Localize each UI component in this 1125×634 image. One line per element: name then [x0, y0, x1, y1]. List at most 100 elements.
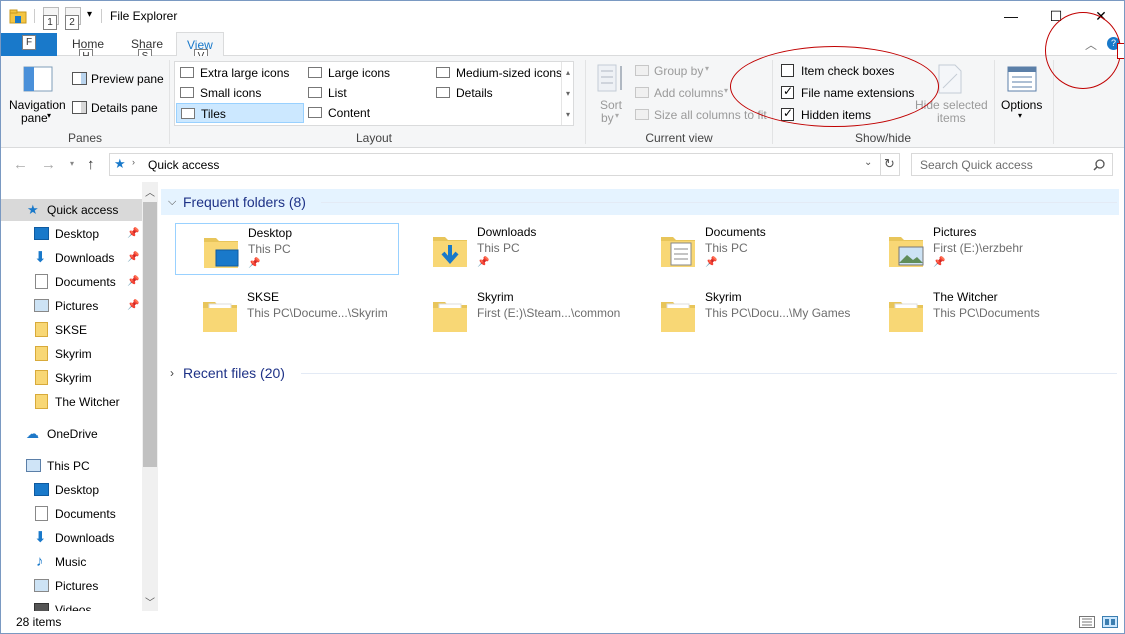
nav-quick-the-witcher[interactable]: The Witcher [1, 391, 142, 413]
navigation-bar: ← → ▾ ↑ ★ › Quick access ⌄ ↻ Search Quic… [1, 148, 1124, 182]
options-dropdown-icon[interactable]: ▾ [1018, 111, 1022, 120]
tile-name: Pictures [933, 225, 977, 239]
details-view-icon[interactable] [1079, 616, 1095, 628]
scrollbar-thumb[interactable] [143, 202, 157, 467]
pin-icon[interactable]: 📌 [127, 247, 139, 269]
add-columns-dropdown-icon[interactable]: ▾ [724, 86, 728, 95]
preview-pane-button[interactable]: Preview pane [91, 72, 164, 86]
recent-locations-icon[interactable]: ▾ [70, 159, 74, 168]
sort-by-icon[interactable] [597, 64, 625, 94]
scroll-up-icon[interactable]: ︿ [145, 184, 155, 199]
nav-onedrive[interactable]: ☁ OneDrive [1, 423, 142, 445]
hide-selected-items-icon[interactable] [937, 64, 963, 94]
details-pane-icon[interactable] [72, 101, 87, 114]
nav-label: Desktop [55, 227, 100, 241]
nav-this-pc[interactable]: This PC [1, 455, 142, 477]
sort-by-label[interactable]: Sort [600, 98, 622, 112]
navigation-pane-scrollbar[interactable]: ︿ ﹀ [142, 182, 158, 611]
folder-tile-skse[interactable]: SKSE This PC\Docume...\Skyrim [175, 288, 399, 340]
group-by-dropdown-icon[interactable]: ▾ [705, 64, 709, 73]
file-explorer-icon[interactable] [9, 8, 27, 24]
navigation-pane-label[interactable]: Navigation [9, 98, 66, 112]
refresh-icon[interactable]: ↻ [884, 156, 895, 172]
address-bar[interactable]: ★ › Quick access ⌄ ↻ [109, 153, 900, 176]
folder-tile-skyrim-steam[interactable]: Skyrim First (E:)\Steam...\common [405, 288, 629, 340]
nav-quick-desktop[interactable]: Desktop 📌 [1, 223, 142, 245]
folder-tile-skyrim-mygames[interactable]: Skyrim This PC\Docu...\My Games [633, 288, 857, 340]
details-pane-button[interactable]: Details pane [91, 101, 158, 115]
large-icons-view-icon[interactable] [1102, 616, 1118, 628]
nav-pc-videos[interactable]: Videos [1, 599, 142, 611]
pin-icon[interactable]: 📌 [127, 223, 139, 245]
layout-content[interactable]: Content [304, 103, 430, 123]
navigation-pane-dropdown-icon[interactable]: ▾ [47, 111, 51, 120]
customize-toolbar-icon[interactable]: ▾ [87, 9, 92, 20]
add-columns-button[interactable]: Add columns [654, 86, 723, 100]
nav-quick-access[interactable]: ★ Quick access [1, 199, 142, 221]
nav-label: Desktop [55, 483, 100, 497]
folder-tile-the-witcher[interactable]: The Witcher This PC\Documents [861, 288, 1085, 340]
medium-icons-icon [436, 67, 450, 78]
pin-icon[interactable]: 📌 [127, 295, 139, 317]
sort-by-dropdown-icon[interactable]: ▾ [615, 111, 619, 120]
nav-pc-pictures[interactable]: Pictures [1, 575, 142, 597]
layout-list[interactable]: List [304, 83, 430, 103]
sort-by-label-2[interactable]: by [601, 111, 614, 125]
scroll-down-icon[interactable]: ﹀ [145, 594, 155, 609]
options-button[interactable]: Options [1001, 98, 1042, 112]
nav-pc-music[interactable]: ♪ Music [1, 551, 142, 573]
pin-icon[interactable]: 📌 [127, 271, 139, 293]
forward-arrow-icon[interactable]: → [41, 156, 56, 173]
folder-tile-documents[interactable]: Documents This PC 📌 [633, 223, 857, 275]
back-arrow-icon[interactable]: ← [13, 156, 28, 173]
nav-pc-desktop[interactable]: Desktop [1, 479, 142, 501]
group-by-icon [635, 65, 649, 76]
preview-pane-icon[interactable] [72, 72, 87, 85]
navigation-pane-icon[interactable] [23, 66, 53, 92]
address-dropdown-icon[interactable]: ⌄ [864, 157, 872, 168]
breadcrumb-chevron-icon[interactable]: › [132, 157, 135, 167]
group-by-button[interactable]: Group by [654, 64, 703, 78]
layout-gallery-scroll[interactable]: ▴ ▾ ▾ [561, 62, 574, 125]
nav-quick-documents[interactable]: Documents 📌 [1, 271, 142, 293]
collapse-chevron-icon[interactable]: ⌵ [168, 189, 176, 215]
downloads-folder-icon [433, 237, 467, 267]
layout-details[interactable]: Details [432, 83, 562, 103]
quick-access-star-icon: ★ [114, 156, 126, 171]
search-icon[interactable] [1093, 159, 1105, 171]
window-title: File Explorer [110, 9, 178, 23]
up-arrow-icon[interactable]: ↑ [87, 156, 95, 173]
nav-quick-skse[interactable]: SKSE [1, 319, 142, 341]
search-box[interactable]: Search Quick access [911, 153, 1113, 176]
layout-extra-large-icons[interactable]: Extra large icons [176, 63, 302, 83]
nav-quick-pictures[interactable]: Pictures 📌 [1, 295, 142, 317]
search-placeholder[interactable]: Search Quick access [920, 158, 1033, 172]
nav-quick-downloads[interactable]: ⬇ Downloads 📌 [1, 247, 142, 269]
folder-tile-desktop[interactable]: Desktop This PC 📌 [175, 223, 399, 275]
nav-pc-documents[interactable]: Documents [1, 503, 142, 525]
frequent-folders-header[interactable]: ⌵ Frequent folders (8) [161, 189, 1119, 215]
layout-small-icons[interactable]: Small icons [176, 83, 302, 103]
nav-pc-downloads[interactable]: ⬇ Downloads [1, 527, 142, 549]
minimize-button[interactable]: — [993, 5, 1029, 27]
recent-files-header[interactable]: › Recent files (20) [161, 360, 1119, 386]
layout-tiles[interactable]: Tiles [176, 103, 304, 123]
nav-quick-skyrim-1[interactable]: Skyrim [1, 343, 142, 365]
expand-chevron-icon[interactable]: › [170, 360, 174, 386]
pin-icon: 📌 [477, 257, 490, 268]
hide-selected-items-label-2[interactable]: items [937, 111, 966, 125]
layout-item-label: Medium-sized icons [456, 66, 563, 80]
file-explorer-window: 1 2 ▾ File Explorer — ☐ ✕ F Home H Share… [0, 0, 1125, 634]
nav-quick-skyrim-2[interactable]: Skyrim [1, 367, 142, 389]
layout-large-icons[interactable]: Large icons [304, 63, 430, 83]
options-icon[interactable] [1007, 66, 1037, 92]
navigation-pane-label-2[interactable]: pane [21, 111, 48, 125]
tile-name: Downloads [477, 225, 537, 239]
folder-tile-downloads[interactable]: Downloads This PC 📌 [405, 223, 629, 275]
tile-name: Skyrim [705, 290, 742, 304]
breadcrumb-quick-access[interactable]: Quick access [148, 158, 219, 172]
layout-medium-icons[interactable]: Medium-sized icons [432, 63, 562, 83]
nav-label: Documents [55, 507, 116, 521]
nav-label: Downloads [55, 251, 115, 265]
folder-tile-pictures[interactable]: Pictures First (E:)\erzbehr 📌 [861, 223, 1085, 275]
